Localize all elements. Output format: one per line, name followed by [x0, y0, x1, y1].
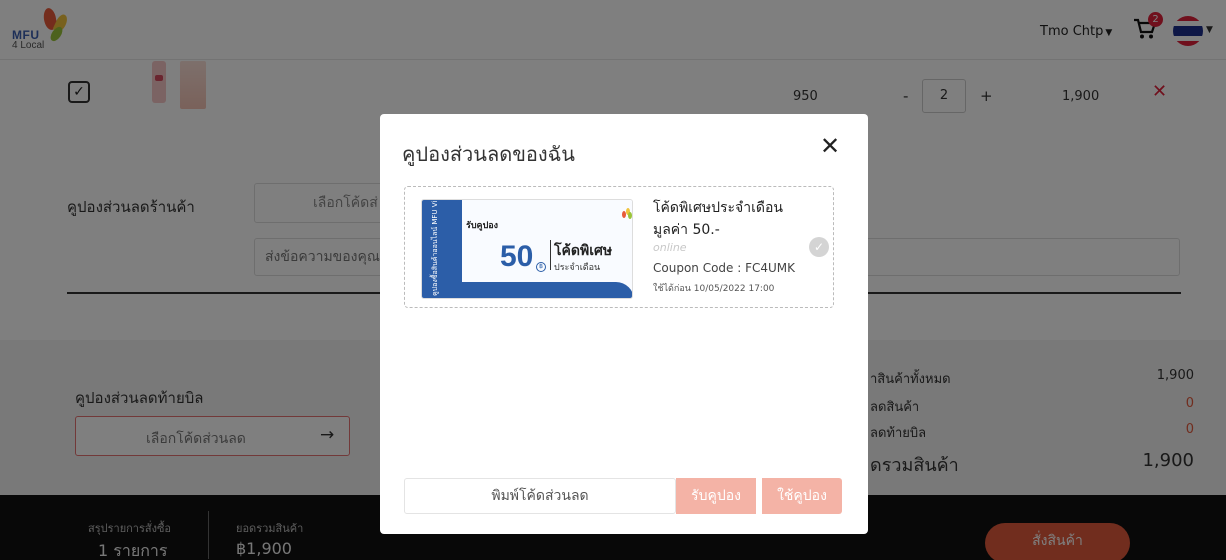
ticket-receive-text: รับคูปอง — [466, 221, 499, 231]
coupon-card[interactable]: คูปองซื้อสินค้าออนไลน์ MFU Virtual Store… — [404, 186, 834, 308]
modal-title: คูปองส่วนลดของฉัน — [402, 142, 575, 166]
coupon-code: Coupon Code : FC4UMK — [653, 261, 796, 275]
coupon-expiry: ใช้ได้ก่อน 10/05/2022 17:00 — [653, 284, 775, 294]
my-coupons-modal: คูปองส่วนลดของฉัน ✕ คูปองซื้อสินค้าออนไล… — [380, 114, 868, 534]
coupon-title: โค้ดพิเศษประจำเดือน — [653, 200, 783, 216]
receive-coupon-button[interactable]: รับคูปอง — [676, 478, 756, 514]
ticket-wave-decoration — [462, 282, 632, 298]
coupon-channel: online — [653, 241, 687, 254]
ticket-amount: 50 — [500, 240, 534, 273]
ticket-logo-icon — [622, 208, 632, 219]
use-coupon-button[interactable]: ใช้คูปอง — [762, 478, 842, 514]
coupon-code-input[interactable]: พิมพ์โค้ดส่วนลด — [404, 478, 676, 514]
ticket-month-text: ประจำเดือน — [554, 263, 601, 273]
check-circle-icon[interactable]: ✓ — [809, 237, 829, 257]
ticket-divider — [550, 240, 551, 270]
ticket-special-text: โค้ดพิเศษ — [554, 243, 613, 259]
ticket-side-strip: คูปองซื้อสินค้าออนไลน์ MFU Virtual Store — [422, 199, 462, 298]
close-icon[interactable]: ✕ — [820, 132, 840, 160]
ticket-currency: ฿ — [536, 262, 546, 272]
coupon-ticket-image: คูปองซื้อสินค้าออนไลน์ MFU Virtual Store… — [421, 199, 633, 299]
coupon-value: มูลค่า 50.- — [653, 222, 720, 238]
ticket-vertical-text: คูปองซื้อสินค้าออนไลน์ MFU Virtual Store — [431, 199, 439, 296]
